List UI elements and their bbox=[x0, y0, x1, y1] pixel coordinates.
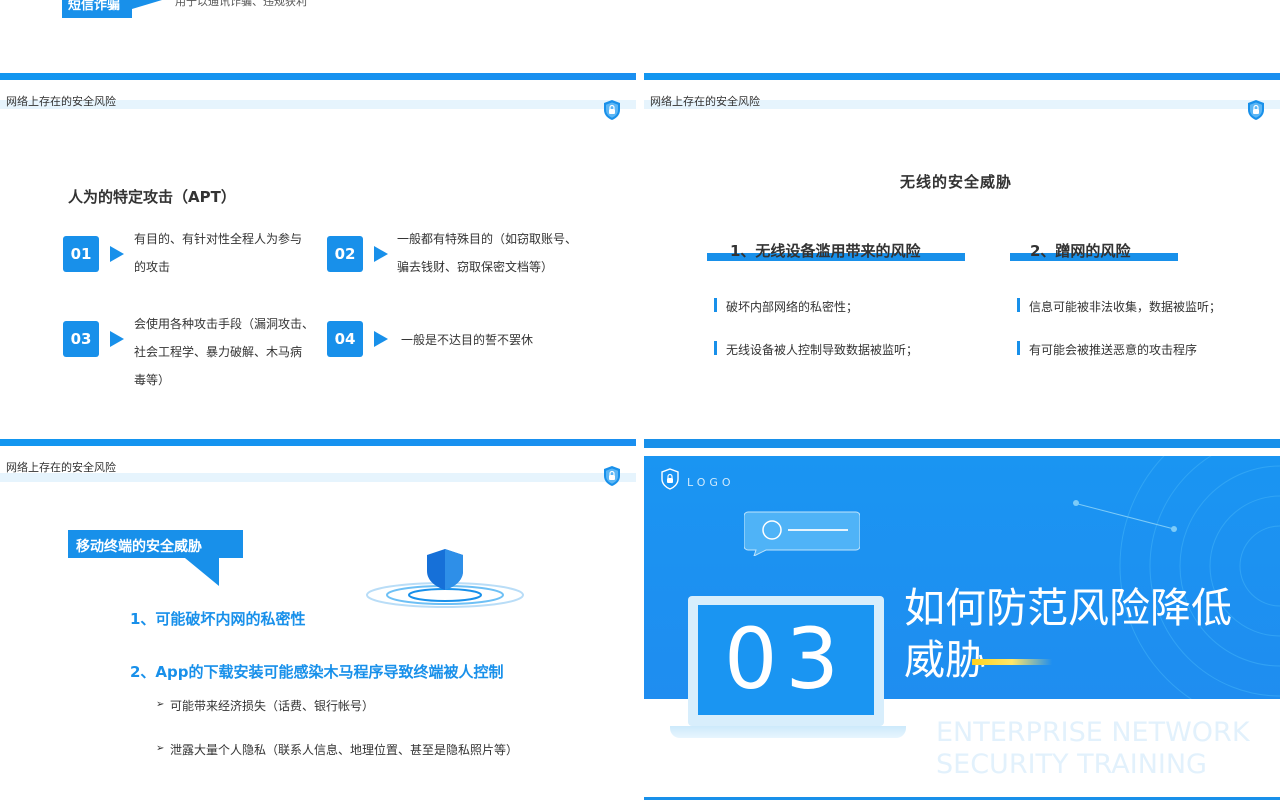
col1-bullet-2: 无线设备被人控制导致数据被监听； bbox=[726, 343, 919, 357]
sub-arrow-icon: ➢ bbox=[156, 743, 165, 754]
arrow-right-icon bbox=[110, 246, 124, 262]
title-accent-bar bbox=[972, 659, 1052, 665]
top-note: 用于以通讯诈骗、违规获利 bbox=[175, 0, 307, 8]
shield-lock-icon bbox=[604, 466, 620, 486]
shield-lock-icon bbox=[604, 100, 620, 120]
bullet-bar bbox=[714, 341, 717, 355]
col1-heading: 1、无线设备滥用带来的风险 bbox=[730, 242, 921, 260]
top-partial-slide: 短信诈骗 用于以通讯诈骗、违规获利 bbox=[0, 0, 1280, 70]
col2-bullet-2: 有可能会被推送恶意的攻击程序 bbox=[1029, 343, 1198, 357]
shield-lock-icon bbox=[1248, 100, 1264, 120]
slide-header: 网络上存在的安全风险 bbox=[650, 95, 760, 108]
point-1: 1、可能破坏内网的私密性 bbox=[130, 610, 306, 628]
laptop-base bbox=[670, 726, 906, 738]
slide-top-bar bbox=[0, 73, 636, 80]
slide-header: 网络上存在的安全风险 bbox=[6, 461, 116, 474]
banner-arrow bbox=[185, 558, 219, 586]
col2-heading: 2、蹭网的风险 bbox=[1030, 242, 1131, 260]
slide-mobile: 网络上存在的安全风险 移动终端的安全威胁 1、可能破坏内网的私密性 2、App的… bbox=[0, 439, 636, 800]
slide-title: 无线的安全威胁 bbox=[900, 173, 1013, 191]
english-subtitle-line2: SECURITY TRAINING bbox=[936, 749, 1207, 780]
bullet-bar bbox=[1017, 341, 1020, 355]
bullet-bar bbox=[1017, 298, 1020, 312]
slide-apt: 网络上存在的安全风险 人为的特定攻击（APT） 01 有目的、有针对性全程人为参… bbox=[0, 73, 636, 435]
top-banner-arrow bbox=[132, 0, 162, 9]
section-number: 03 bbox=[724, 610, 847, 708]
item-number-01: 01 bbox=[63, 236, 99, 272]
slide-top-bar bbox=[644, 73, 1280, 80]
section-banner-label: 移动终端的安全威胁 bbox=[76, 539, 202, 555]
sub-point-2: 泄露大量个人隐私（联系人信息、地理位置、甚至是隐私照片等） bbox=[170, 743, 519, 757]
col2-bullet-1: 信息可能被非法收集，数据被监听； bbox=[1029, 300, 1222, 314]
section-top-line bbox=[644, 439, 1280, 448]
item-number-03: 03 bbox=[63, 321, 99, 357]
sub-arrow-icon: ➢ bbox=[156, 699, 165, 710]
item-number-02: 02 bbox=[327, 236, 363, 272]
arrow-right-icon bbox=[374, 246, 388, 262]
slide-top-bar bbox=[0, 439, 636, 446]
shield-ripple-icon bbox=[366, 549, 524, 608]
col1-bullet-1: 破坏内部网络的私密性； bbox=[726, 300, 859, 314]
item-text-04: 一般是不达目的誓不罢休 bbox=[401, 333, 534, 347]
item-text-03: 会使用各种攻击手段（漏洞攻击、 社会工程学、暴力破解、木马病 毒等） bbox=[134, 317, 315, 387]
slide-section-03: LOGO 03 如何防范风险降低 威胁 ENTERPRISE NETWORK S… bbox=[644, 439, 1280, 800]
item-text-02: 一般都有特殊目的（如窃取账号、 骗去钱财、窃取保密文档等） bbox=[397, 232, 578, 274]
slide-wireless: 网络上存在的安全风险 无线的安全威胁 1、无线设备滥用带来的风险 破坏内部网络的… bbox=[644, 73, 1280, 435]
chat-bubble-icon bbox=[744, 511, 860, 556]
english-subtitle-line1: ENTERPRISE NETWORK bbox=[936, 717, 1250, 748]
slide-header: 网络上存在的安全风险 bbox=[6, 95, 116, 108]
logo-text: LOGO bbox=[687, 476, 735, 489]
item-text-01: 有目的、有针对性全程人为参与 的攻击 bbox=[134, 232, 303, 274]
sub-point-1: 可能带来经济损失（话费、银行帐号） bbox=[170, 699, 375, 713]
section-title-line1: 如何防范风险降低 bbox=[904, 584, 1232, 632]
arrow-right-icon bbox=[374, 331, 388, 347]
point-2: 2、App的下载安装可能感染木马程序导致终端被人控制 bbox=[130, 663, 504, 681]
top-banner-label: 短信诈骗 bbox=[68, 0, 121, 13]
slide-title: 人为的特定攻击（APT） bbox=[68, 188, 236, 206]
logo-shield-icon bbox=[661, 468, 679, 490]
item-number-04: 04 bbox=[327, 321, 363, 357]
arrow-right-icon bbox=[110, 331, 124, 347]
bullet-bar bbox=[714, 298, 717, 312]
